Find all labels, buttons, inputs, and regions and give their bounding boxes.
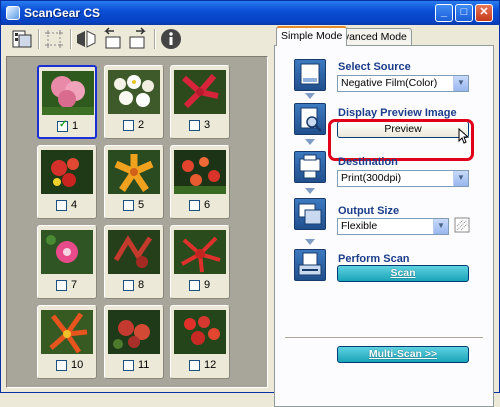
preview-icon <box>294 103 326 135</box>
destination-label: Destination <box>338 156 398 168</box>
thumbnail-image <box>174 70 226 114</box>
minimize-button[interactable]: _ <box>435 4 453 22</box>
toolbar <box>2 25 272 53</box>
source-dropdown-value: Negative Film(Color) <box>341 77 438 89</box>
toolbar-separator <box>70 29 72 49</box>
window-title: ScanGear CS <box>24 6 101 20</box>
destination-dropdown[interactable]: Print(300dpi) ▼ <box>337 170 469 187</box>
thumbnail-checkbox[interactable] <box>123 200 134 211</box>
thumbnail-3[interactable]: 3 <box>170 65 230 139</box>
thumbnail-number: 8 <box>138 279 145 291</box>
thumbnail-image <box>174 150 226 194</box>
thumbnail-image <box>41 150 93 194</box>
thumbnail-checkbox[interactable] <box>189 120 200 131</box>
destination-dropdown-value: Print(300dpi) <box>341 172 402 184</box>
mouse-cursor-icon <box>458 128 470 144</box>
multi-scan-button[interactable]: Multi-Scan >> <box>337 346 469 363</box>
thumbnail-image <box>42 71 94 115</box>
output-size-label: Output Size <box>338 205 400 217</box>
output-size-icon <box>294 198 326 230</box>
step-arrow-icon <box>305 239 315 245</box>
app-icon <box>6 6 20 20</box>
step-arrow-icon <box>305 188 315 194</box>
thumbnail-image <box>108 150 160 194</box>
maximize-button[interactable]: □ <box>455 4 473 22</box>
step-arrow-icon <box>305 139 315 145</box>
thumbnail-image <box>41 310 93 354</box>
select-source-icon <box>294 59 326 91</box>
select-source-label: Select Source <box>338 61 411 73</box>
thumbnail-5[interactable]: 5 <box>104 145 164 219</box>
thumbnail-number: 1 <box>72 120 79 132</box>
thumbnail-6[interactable]: 6 <box>170 145 230 219</box>
thumbnail-11[interactable]: 11 <box>104 305 164 379</box>
thumbnail-image <box>41 230 93 274</box>
chevron-down-icon[interactable]: ▼ <box>453 171 468 186</box>
thumbnail-10[interactable]: 10 <box>37 305 97 379</box>
preview-highlight <box>328 119 474 161</box>
toolbar-separator <box>154 29 156 49</box>
thumbnail-number: 12 <box>204 359 217 371</box>
scangear-window: ScanGear CS _ □ ✕ 1 <box>0 0 500 407</box>
info-icon[interactable] <box>159 27 183 51</box>
source-dropdown[interactable]: Negative Film(Color) ▼ <box>337 75 469 92</box>
step-arrow-icon <box>305 93 315 99</box>
thumbnail-checkbox[interactable] <box>189 360 200 371</box>
thumbnail-4[interactable]: 4 <box>37 145 97 219</box>
thumbnail-7[interactable]: 7 <box>37 225 97 299</box>
thumbnail-checkbox[interactable] <box>56 280 67 291</box>
thumbnail-number: 4 <box>71 199 78 211</box>
perform-scan-icon <box>294 249 326 281</box>
rotate-right-icon[interactable] <box>126 27 150 51</box>
thumbnail-image <box>108 230 160 274</box>
thumbnail-checkbox[interactable] <box>123 120 134 131</box>
destination-icon <box>294 151 326 183</box>
thumbnail-number: 10 <box>71 359 84 371</box>
thumbnail-number: 7 <box>71 279 78 291</box>
thumbnail-checkbox[interactable] <box>123 360 134 371</box>
thumbnail-8[interactable]: 8 <box>104 225 164 299</box>
crop-icon[interactable] <box>42 27 66 51</box>
toolbar-separator <box>38 29 40 49</box>
thumbnail-9[interactable]: 9 <box>170 225 230 299</box>
divider <box>285 337 483 339</box>
control-panel: Simple Mode Advanced Mode Select Source … <box>274 25 496 407</box>
thumbnail-image <box>108 70 160 114</box>
scan-button[interactable]: Scan <box>337 265 469 282</box>
thumbnail-view-icon[interactable] <box>10 27 34 51</box>
thumbnail-number: 5 <box>138 199 145 211</box>
thumbnail-number: 3 <box>204 119 211 131</box>
thumbnail-checkbox[interactable] <box>57 119 68 132</box>
mirror-icon[interactable] <box>74 27 98 51</box>
thumbnail-2[interactable]: 2 <box>104 65 164 139</box>
close-button[interactable]: ✕ <box>475 4 493 22</box>
thumbnail-image <box>174 230 226 274</box>
simple-mode-panel: Select Source Negative Film(Color) ▼ Dis… <box>274 45 494 407</box>
perform-scan-label: Perform Scan <box>338 253 410 265</box>
chevron-down-icon[interactable]: ▼ <box>453 76 468 91</box>
thumbnail-image <box>108 310 160 354</box>
preview-label: Display Preview Image <box>338 107 457 119</box>
rotate-left-icon[interactable] <box>100 27 124 51</box>
thumbnail-checkbox[interactable] <box>56 200 67 211</box>
thumbnail-number: 2 <box>138 119 145 131</box>
thumbnail-checkbox[interactable] <box>123 280 134 291</box>
thumbnail-number: 11 <box>138 359 150 371</box>
output-size-dropdown[interactable]: Flexible ▼ <box>337 218 449 235</box>
thumbnail-1[interactable]: 1 <box>37 65 97 139</box>
thumbnail-number: 6 <box>204 199 211 211</box>
tab-simple-mode[interactable]: Simple Mode <box>276 26 348 46</box>
output-size-settings-icon[interactable] <box>454 217 470 233</box>
chevron-down-icon[interactable]: ▼ <box>433 219 448 234</box>
thumbnail-12[interactable]: 12 <box>170 305 230 379</box>
title-bar[interactable]: ScanGear CS _ □ ✕ <box>1 1 499 25</box>
thumbnail-area: 1 2 3 4 5 6 7 <box>6 56 268 388</box>
thumbnail-number: 9 <box>204 279 211 291</box>
thumbnail-checkbox[interactable] <box>56 360 67 371</box>
thumbnail-image <box>174 310 226 354</box>
thumbnail-checkbox[interactable] <box>189 200 200 211</box>
output-size-dropdown-value: Flexible <box>341 220 378 232</box>
thumbnail-checkbox[interactable] <box>189 280 200 291</box>
